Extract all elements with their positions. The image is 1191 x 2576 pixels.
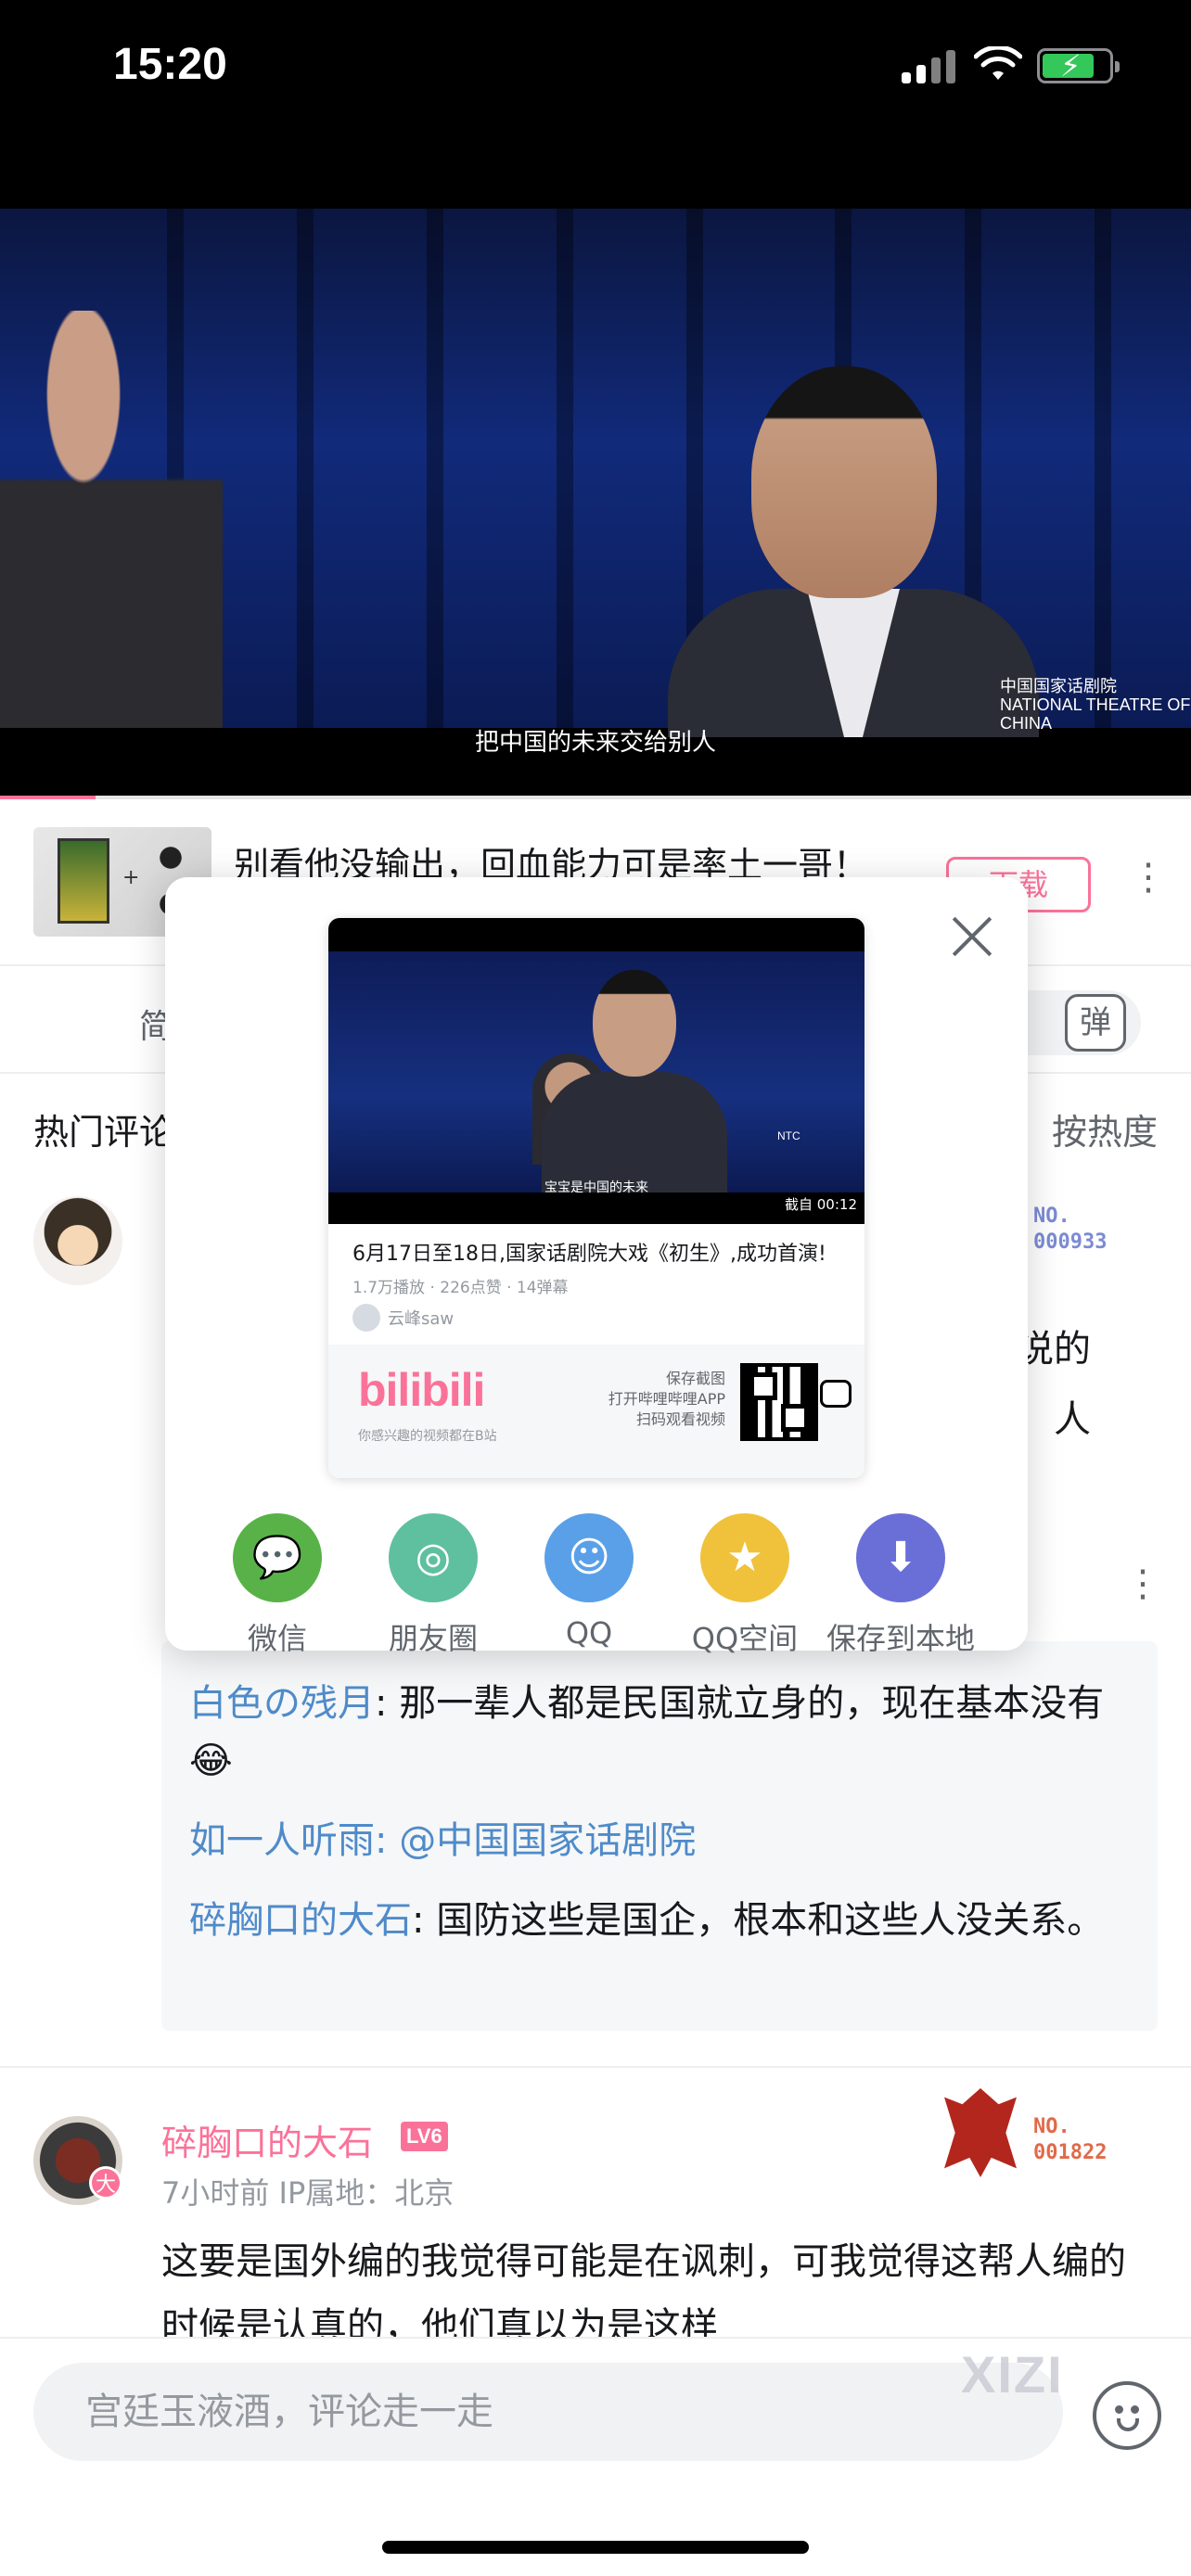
comments-header: 热门评论 bbox=[33, 1112, 175, 1153]
more-options-icon[interactable]: ⋮ bbox=[1130, 859, 1167, 896]
comment-username[interactable]: 碎胸口的大石 bbox=[161, 2114, 373, 2165]
share-moments[interactable]: ◎ 朋友圈 bbox=[354, 1513, 512, 1658]
sort-by-hot[interactable]: 按热度 bbox=[1052, 1103, 1158, 1154]
card-title: 6月17日至18日,国家话剧院大戏《初生》,成功首演! bbox=[352, 1243, 826, 1266]
qr-hint-line: 保存截图 bbox=[665, 1370, 725, 1387]
reply-user[interactable]: 如一人听雨 bbox=[189, 1819, 375, 1862]
share-targets: 💬 微信 ◎ 朋友圈 ☺ QQ ★ QQ空间 ⬇ 保存到本地 bbox=[165, 1513, 1028, 1656]
level-badge: LV6 bbox=[401, 2122, 448, 2151]
danmaku-toggle-icon[interactable]: 弹 bbox=[1065, 994, 1126, 1052]
bilibili-logo: bilibili bbox=[358, 1364, 485, 1416]
qr-hint-line: 扫码观看视频 bbox=[635, 1410, 725, 1428]
wechat-icon[interactable]: 💬 bbox=[233, 1513, 322, 1602]
badge-no-label: NO. bbox=[1033, 1205, 1070, 1228]
share-card: NTC 宝宝是中国的未来 截自 00:12 6月17日至18日,国家话剧院大戏《… bbox=[328, 918, 864, 1478]
card-timestamp: 截自 00:12 bbox=[785, 1196, 857, 1213]
comment-meta: 7小时前 IP属地：北京 bbox=[161, 2175, 455, 2211]
card-stats: 1.7万播放 · 226点赞 · 14弹幕 bbox=[352, 1279, 569, 1297]
card-subtitle: 宝宝是中国的未来 bbox=[544, 1180, 648, 1195]
badge-no-label: NO. bbox=[1033, 2115, 1070, 2138]
reply-text: : @中国国家话剧院 bbox=[375, 1819, 697, 1862]
comment-text: 这要是国外编的我觉得可能是在讽刺，可我觉得这帮人编的时候是认真的，他们真以为是这… bbox=[161, 2240, 1126, 2337]
comment-more-icon[interactable]: ⋮ bbox=[1124, 1565, 1161, 1602]
badge-number: 001822 bbox=[1033, 2141, 1108, 2164]
reply-item[interactable]: 白色の残月: 那一辈人都是民国就立身的，现在基本没有 😂 bbox=[189, 1675, 1135, 1790]
fan-number-badge: NO. 001822 bbox=[1033, 2114, 1107, 2166]
vip-badge: 大 bbox=[89, 2166, 122, 2200]
share-modal: NTC 宝宝是中国的未来 截自 00:12 6月17日至18日,国家话剧院大戏《… bbox=[165, 877, 1028, 1656]
share-label: 朋友圈 bbox=[388, 1621, 478, 1656]
download-icon[interactable]: ⬇ bbox=[856, 1513, 945, 1602]
status-bar: 15:20 ⚡ bbox=[0, 0, 1191, 139]
actor-right bbox=[668, 366, 1039, 737]
laugh-emoji-icon: 😂 bbox=[189, 1740, 233, 1782]
reply-item[interactable]: 碎胸口的大石: 国防这些是国企，根本和这些人没关系。 bbox=[189, 1892, 1135, 1949]
share-qzone[interactable]: ★ QQ空间 bbox=[666, 1513, 824, 1658]
qr-code bbox=[740, 1363, 818, 1441]
share-qq[interactable]: ☺ QQ bbox=[510, 1513, 668, 1651]
reply-user[interactable]: 碎胸口的大石 bbox=[189, 1899, 412, 1942]
comment-input[interactable]: 宫廷玉液酒，评论走一走 bbox=[33, 2363, 1063, 2461]
share-label: QQ空间 bbox=[691, 1621, 799, 1656]
share-label: 微信 bbox=[247, 1621, 307, 1656]
horde-emblem-icon bbox=[944, 2088, 1017, 2177]
moments-icon[interactable]: ◎ bbox=[389, 1513, 478, 1602]
close-icon[interactable] bbox=[950, 914, 994, 959]
share-wechat[interactable]: 💬 微信 bbox=[198, 1513, 356, 1658]
qr-hint-line: 打开哔哩哔哩APP bbox=[608, 1390, 725, 1408]
reply-user[interactable]: 白色の残月 bbox=[189, 1682, 375, 1725]
share-save-local[interactable]: ⬇ 保存到本地 bbox=[822, 1513, 980, 1658]
actor-left bbox=[0, 311, 223, 728]
qq-icon[interactable]: ☺ bbox=[544, 1513, 634, 1602]
fan-number-badge: NO. 000933 bbox=[1033, 1204, 1107, 1256]
avatar[interactable] bbox=[33, 1196, 122, 1285]
tv-icon bbox=[820, 1380, 852, 1408]
home-indicator[interactable] bbox=[382, 2541, 809, 2554]
card-channel-logo: NTC bbox=[777, 1129, 800, 1142]
emoji-icon[interactable] bbox=[1093, 2381, 1161, 2450]
card-footer: bilibili 你感兴趣的视频都在B站 保存截图 打开哔哩哔哩APP 扫码观看… bbox=[328, 1345, 864, 1478]
reply-list[interactable]: 白色の残月: 那一辈人都是民国就立身的，现在基本没有 😂 如一人听雨: @中国国… bbox=[161, 1641, 1158, 2031]
reply-text: : 那一辈人都是民国就立身的，现在基本没有 bbox=[375, 1682, 1105, 1725]
share-label: 保存到本地 bbox=[826, 1621, 975, 1656]
card-author: 云峰saw bbox=[388, 1309, 455, 1329]
status-time: 15:20 bbox=[113, 40, 227, 89]
author-avatar bbox=[352, 1304, 380, 1332]
comment-text-fragment: 说的 bbox=[1017, 1328, 1091, 1371]
reply-text: : 国防这些是国企，根本和这些人没关系。 bbox=[412, 1899, 1105, 1942]
badge-number: 000933 bbox=[1033, 1231, 1108, 1254]
divider bbox=[0, 2066, 1191, 2068]
qzone-icon[interactable]: ★ bbox=[700, 1513, 789, 1602]
video-player[interactable]: 中国国家话剧院 NATIONAL THEATRE OF CHINA 把中国的未来… bbox=[0, 139, 1191, 797]
wifi-icon bbox=[974, 46, 1022, 80]
card-video-screenshot: NTC 宝宝是中国的未来 截自 00:12 bbox=[328, 918, 864, 1224]
battery-icon: ⚡ bbox=[1037, 48, 1120, 83]
bilibili-tagline: 你感兴趣的视频都在B站 bbox=[358, 1429, 497, 1444]
comment-text-fragment: 人 bbox=[1054, 1398, 1091, 1441]
share-label: QQ bbox=[565, 1615, 613, 1651]
video-frame bbox=[0, 209, 1191, 737]
watermark: XIZI bbox=[961, 2345, 1064, 2404]
video-subtitle: 把中国的未来交给别人 bbox=[474, 729, 716, 757]
qr-hint: 保存截图 打开哔哩哔哩APP 扫码观看视频 bbox=[608, 1369, 725, 1430]
cellular-signal-icon bbox=[902, 48, 957, 83]
reply-item[interactable]: 如一人听雨: @中国国家话剧院 bbox=[189, 1812, 1135, 1869]
